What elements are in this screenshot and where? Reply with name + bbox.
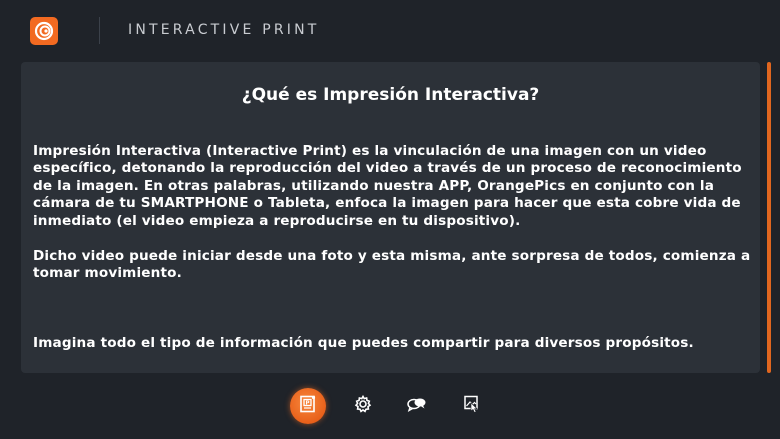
content-card: ¿Qué es Impresión Interactiva? Impresión… [21, 62, 760, 373]
content-body: Impresión Interactiva (Interactive Print… [33, 125, 753, 370]
content-paragraph-3: Imagina todo el tipo de información que … [33, 335, 694, 351]
content-title: ¿Qué es Impresión Interactiva? [241, 85, 540, 105]
orangepics-logo-icon [30, 17, 58, 45]
nav-interactive-print-button[interactable]: P [290, 388, 326, 424]
interactive-print-icon: P [298, 394, 318, 418]
content-paragraph-1: Impresión Interactiva (Interactive Print… [33, 142, 742, 229]
nav-settings-button[interactable] [345, 388, 381, 424]
header-divider [99, 17, 100, 44]
bottom-nav: P [0, 385, 780, 429]
nav-touch-image-button[interactable] [454, 388, 490, 424]
content-scrollbar[interactable] [767, 62, 771, 373]
content-paragraph-2: Dicho video puede iniciar desde una foto… [33, 247, 751, 282]
app-title: INTERACTIVE PRINT [128, 22, 320, 38]
chat-bubbles-icon [406, 394, 428, 418]
app-window: INTERACTIVE PRINT ¿Qué es Impresión Inte… [0, 0, 780, 439]
nav-chat-button[interactable] [399, 388, 435, 424]
paragraph-spacer [33, 300, 753, 318]
settings-gear-icon [353, 394, 373, 418]
touch-image-icon [462, 394, 482, 418]
svg-text:P: P [305, 401, 309, 407]
